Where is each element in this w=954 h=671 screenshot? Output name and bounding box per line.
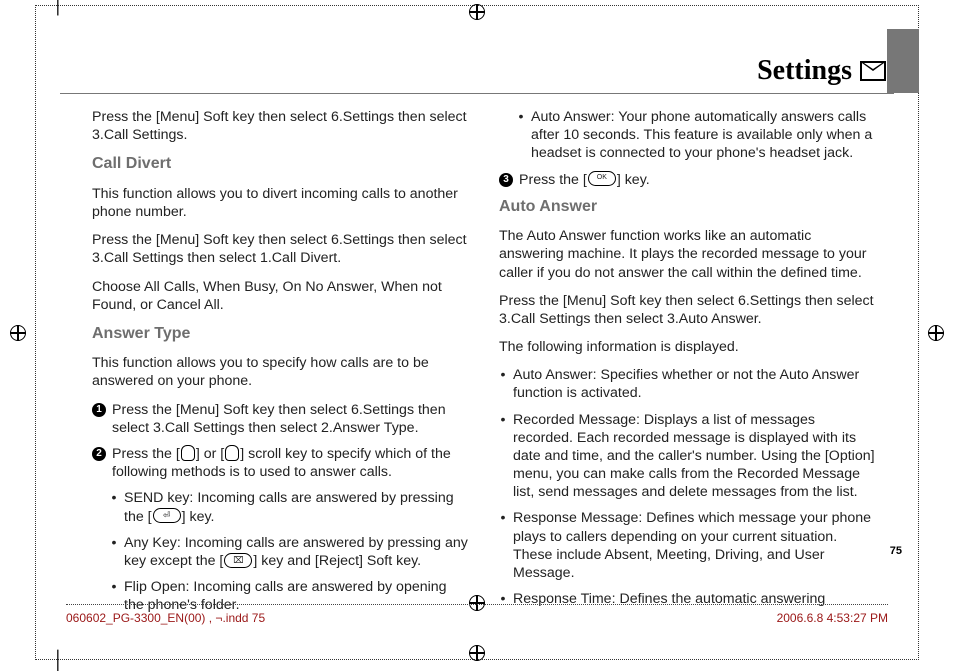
scroll-up-key-icon [181,445,195,461]
bullet-item: • Response Message: Defines which messag… [499,509,876,582]
body-text: The Auto Answer function works like an a… [499,227,876,282]
content-columns: Press the [Menu] Soft key then select 6.… [92,108,876,570]
step-bullet-icon: 2 [92,447,106,461]
numbered-step: 1 Press the [Menu] Soft key then select … [92,401,469,437]
page-title: Settings [757,55,852,87]
footer-timestamp: 2006.6.8 4:53:27 PM [777,611,888,625]
text-fragment: ] key and [Reject] Soft key. [253,553,421,569]
left-column: Press the [Menu] Soft key then select 6.… [92,108,469,570]
text-fragment: ] or [ [196,446,224,462]
numbered-step: 2 Press the [] or [] scroll key to speci… [92,445,469,481]
step-bullet-icon: 1 [92,403,106,417]
header-rule [60,93,894,94]
page-number: 75 [890,545,902,557]
end-key-icon: ⌧ [224,553,252,568]
scroll-down-key-icon [225,445,239,461]
ok-key-icon: OK [588,171,616,186]
bullet-icon: • [110,489,118,525]
text-fragment: ] key. [182,509,215,525]
bullet-text: SEND key: Incoming calls are answered by… [124,489,469,525]
body-text: Press the [Menu] Soft key then select 6.… [92,108,469,144]
registration-mark-bottom-icon [469,645,485,661]
body-text: Press the [Menu] Soft key then select 6.… [92,231,469,267]
body-text: Choose All Calls, When Busy, On No Answe… [92,278,469,314]
bullet-item: • SEND key: Incoming calls are answered … [92,489,469,525]
step-bullet-icon: 3 [499,173,513,187]
body-text: Press the [Menu] Soft key then select 6.… [499,292,876,328]
heading-auto-answer: Auto Answer [499,197,876,217]
right-column: • Auto Answer: Your phone automatically … [499,108,876,570]
bullet-item: • Auto Answer: Your phone automatically … [499,108,876,163]
text-fragment: Press the [ [112,446,180,462]
registration-mark-right-icon [928,325,944,341]
step-text: Press the [ OK ] key. [519,171,876,189]
print-footer: 060602_PG-3300_EN(00) , ¬.indd 75 2006.6… [66,604,888,625]
bullet-item: • Recorded Message: Displays a list of m… [499,411,876,502]
bullet-text: Any Key: Incoming calls are answered by … [124,534,469,570]
registration-mark-left-icon [10,325,26,341]
crop-mark-icon: │ [53,650,64,671]
text-fragment: ] key. [617,172,650,188]
envelope-icon [860,61,886,81]
bullet-icon: • [110,534,118,570]
bullet-icon: • [499,366,507,402]
bullet-icon: • [499,509,507,582]
ok-key-label: OK [597,174,607,181]
bullet-item: • Auto Answer: Specifies whether or not … [499,366,876,402]
bullet-text: Recorded Message: Displays a list of mes… [513,411,876,502]
bullet-text: Auto Answer: Specifies whether or not th… [513,366,876,402]
bullet-text: Auto Answer: Your phone automatically an… [531,108,876,163]
bullet-item: • Any Key: Incoming calls are answered b… [92,534,469,570]
body-text: This function allows you to specify how … [92,354,469,390]
body-text: The following information is displayed. [499,338,876,356]
page-edge-tab [887,29,919,93]
heading-call-divert: Call Divert [92,154,469,174]
page-header: Settings [757,55,886,87]
bullet-icon: • [517,108,525,163]
bullet-icon: • [499,411,507,502]
step-text: Press the [] or [] scroll key to specify… [112,445,469,481]
step-text: Press the [Menu] Soft key then select 6.… [112,401,469,437]
send-key-icon: ⏎ [153,508,181,523]
numbered-step: 3 Press the [ OK ] key. [499,171,876,189]
crop-mark-icon: │ [53,0,64,15]
registration-mark-top-icon [469,4,485,20]
text-fragment: Press the [ [519,172,587,188]
heading-answer-type: Answer Type [92,324,469,344]
footer-file-info: 060602_PG-3300_EN(00) , ¬.indd 75 [66,611,265,625]
bullet-text: Response Message: Defines which message … [513,509,876,582]
body-text: This function allows you to divert incom… [92,185,469,221]
